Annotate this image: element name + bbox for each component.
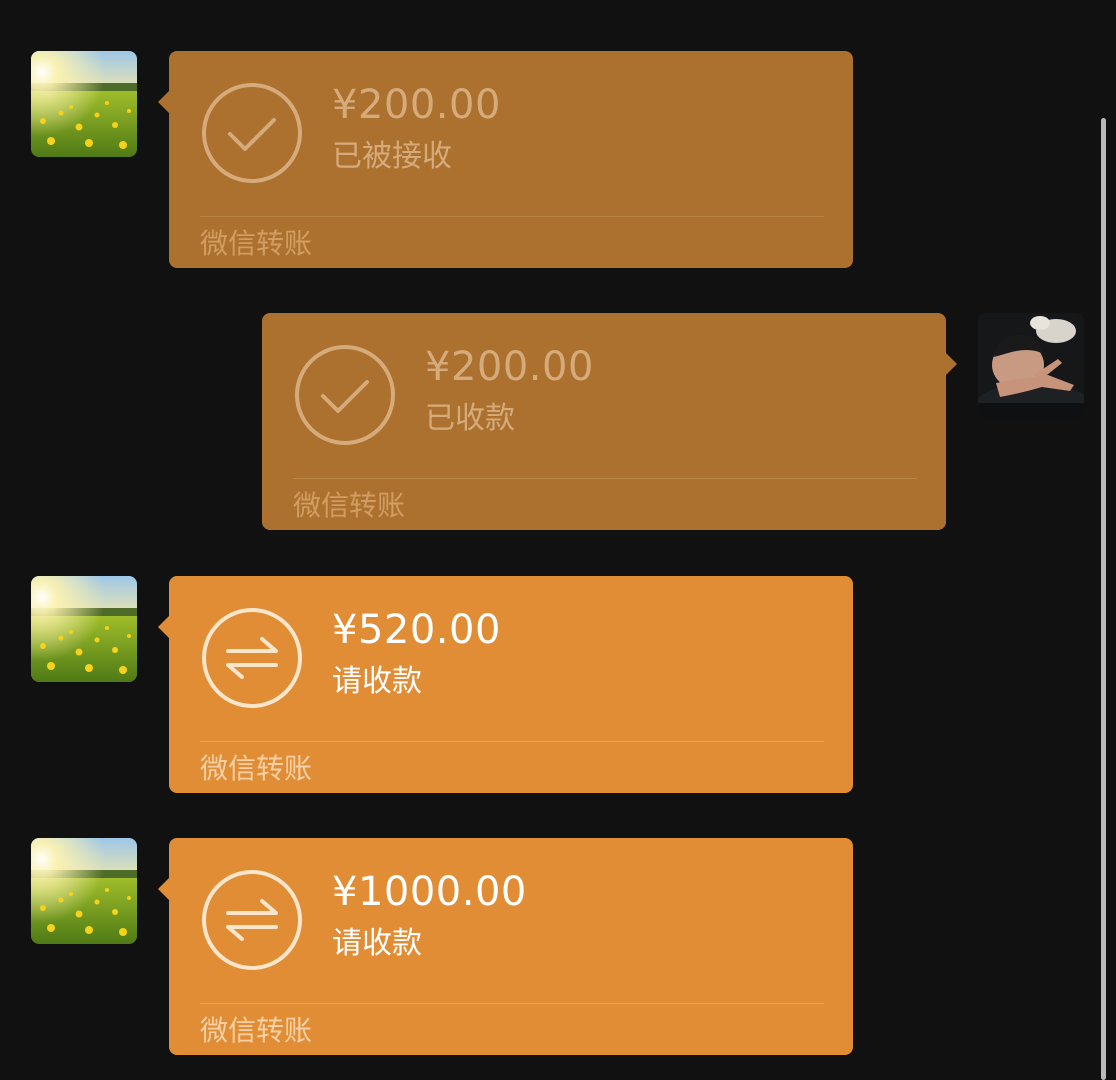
meadow-avatar[interactable] — [31, 576, 137, 682]
transfer-amount: ¥520.00 — [332, 607, 501, 653]
transfer-status: 请收款 — [332, 926, 422, 961]
transfer-arrows-icon — [201, 869, 303, 971]
chat-window: ¥200.00 已被接收 微信转账 ¥200.00 已收款 微信转账 ¥520.… — [0, 0, 1116, 1080]
transfer-status: 已被接收 — [332, 139, 452, 174]
transfer-label: 微信转账 — [200, 1014, 313, 1047]
bubble-tail — [158, 91, 169, 113]
bubble-tail — [158, 616, 169, 638]
user-photo-avatar[interactable] — [978, 313, 1084, 419]
check-circle-icon — [294, 344, 396, 446]
transfer-bubble[interactable]: ¥200.00 已被接收 微信转账 — [158, 51, 853, 268]
divider — [293, 478, 917, 479]
bubble-tail — [946, 353, 957, 375]
transfer-bubble[interactable]: ¥200.00 已收款 微信转账 — [262, 313, 957, 530]
transfer-status: 已收款 — [425, 401, 515, 436]
meadow-avatar[interactable] — [31, 838, 137, 944]
bubble-tail — [158, 878, 169, 900]
transfer-label: 微信转账 — [200, 752, 313, 785]
divider — [200, 216, 824, 217]
transfer-label: 微信转账 — [200, 227, 313, 260]
transfer-amount: ¥1000.00 — [332, 869, 527, 915]
divider — [200, 1003, 824, 1004]
transfer-amount: ¥200.00 — [425, 344, 594, 390]
transfer-status: 请收款 — [332, 664, 422, 699]
transfer-bubble[interactable]: ¥1000.00 请收款 微信转账 — [158, 838, 853, 1055]
divider — [200, 741, 824, 742]
scrollbar[interactable] — [1101, 118, 1106, 1080]
transfer-label: 微信转账 — [293, 489, 406, 522]
transfer-amount: ¥200.00 — [332, 82, 501, 128]
check-circle-icon — [201, 82, 303, 184]
transfer-bubble[interactable]: ¥520.00 请收款 微信转账 — [158, 576, 853, 793]
transfer-arrows-icon — [201, 607, 303, 709]
meadow-avatar[interactable] — [31, 51, 137, 157]
